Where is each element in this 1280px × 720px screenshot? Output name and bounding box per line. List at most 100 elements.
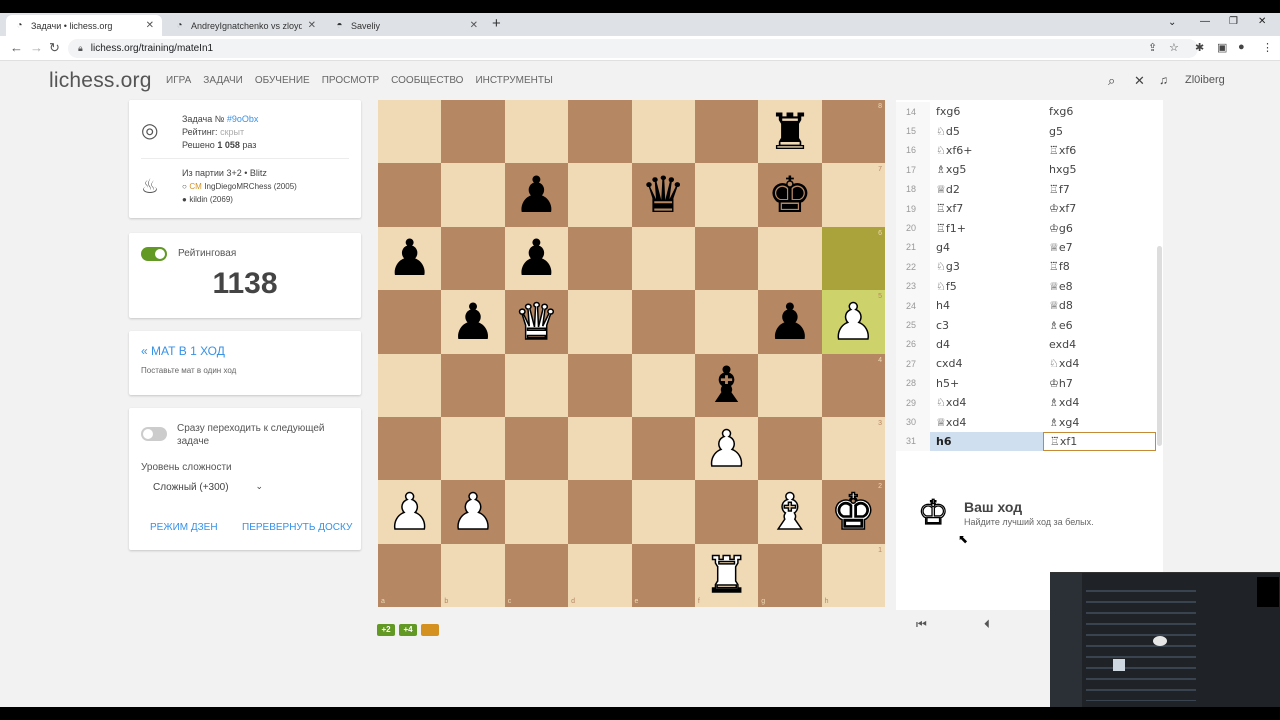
square-f1[interactable]: f ♜ bbox=[694, 543, 759, 607]
white-move[interactable]: ♖xf7 bbox=[930, 199, 1043, 218]
black-player[interactable]: kildin (2069) bbox=[189, 195, 233, 204]
square-g1[interactable]: g bbox=[758, 543, 822, 607]
white-queen-icon[interactable]: ♛ bbox=[513, 296, 559, 348]
close-tab-icon[interactable]: ✕ bbox=[308, 20, 316, 31]
square-a4[interactable] bbox=[378, 353, 442, 417]
puzzle-id-link[interactable]: #9oObx bbox=[227, 114, 259, 124]
square-c7[interactable]: ♟ bbox=[504, 163, 569, 227]
black-move[interactable]: ♕d8 bbox=[1043, 296, 1156, 315]
white-move[interactable]: ♗xg5 bbox=[930, 160, 1043, 179]
square-h5[interactable]: 5 ♟ bbox=[821, 290, 885, 354]
auto-next-toggle[interactable] bbox=[141, 427, 167, 441]
square-b3[interactable] bbox=[441, 416, 505, 481]
square-f2[interactable] bbox=[694, 480, 759, 544]
rated-toggle[interactable] bbox=[141, 247, 167, 261]
nav-puzzles[interactable]: ЗАДАЧИ bbox=[203, 75, 243, 86]
reload-icon[interactable]: ↻ bbox=[49, 40, 60, 56]
square-f8[interactable] bbox=[694, 100, 759, 164]
square-b4[interactable] bbox=[441, 353, 505, 417]
nav-play[interactable]: ИГРА bbox=[166, 75, 191, 86]
extensions-puzzle-icon[interactable]: ✱ bbox=[1195, 41, 1204, 54]
white-pawn-icon[interactable]: ♟ bbox=[450, 486, 496, 538]
black-pawn-icon[interactable]: ♟ bbox=[514, 170, 559, 220]
previous-move-icon[interactable]: ⏴ bbox=[984, 617, 990, 632]
black-move[interactable]: ♖xf1 bbox=[1043, 431, 1156, 452]
black-move[interactable]: ♖f7 bbox=[1043, 180, 1156, 199]
url-field[interactable]: 🔒︎ lichess.org/training/mateIn1 bbox=[68, 39, 1198, 58]
white-rook-icon[interactable]: ♜ bbox=[703, 550, 749, 602]
square-g3[interactable] bbox=[758, 416, 822, 481]
browser-tab-3[interactable]: ◓ Saveliy ✕ bbox=[326, 15, 486, 36]
white-king-icon[interactable]: ♚ bbox=[830, 486, 876, 538]
square-d3[interactable] bbox=[568, 416, 632, 481]
white-move[interactable]: ♘xf6+ bbox=[930, 141, 1043, 160]
square-f4[interactable]: ♝ bbox=[694, 353, 759, 417]
square-e2[interactable] bbox=[631, 480, 695, 544]
maximize-icon[interactable]: ❐ bbox=[1229, 16, 1238, 27]
black-move[interactable]: ♗e6 bbox=[1043, 315, 1156, 334]
square-g6[interactable] bbox=[758, 226, 822, 291]
nav-watch[interactable]: ПРОСМОТР bbox=[322, 75, 379, 86]
square-d1[interactable]: d bbox=[568, 543, 632, 607]
square-a1[interactable]: a bbox=[378, 543, 442, 607]
square-e6[interactable] bbox=[631, 226, 695, 291]
square-b2[interactable]: ♟ bbox=[441, 480, 505, 544]
white-move[interactable]: ♘g3 bbox=[930, 257, 1043, 276]
white-pawn-icon[interactable]: ♟ bbox=[703, 423, 749, 475]
tab-search-chevron-icon[interactable]: ⌄ bbox=[1168, 17, 1176, 28]
browser-menu-icon[interactable]: ⋮ bbox=[1262, 41, 1273, 54]
swords-icon[interactable]: ✕ bbox=[1134, 73, 1145, 89]
square-c2[interactable] bbox=[504, 480, 569, 544]
theme-title-link[interactable]: « МАТ В 1 ХОД bbox=[141, 344, 225, 358]
square-f7[interactable] bbox=[694, 163, 759, 227]
square-d5[interactable] bbox=[568, 290, 632, 354]
square-h1[interactable]: 1h bbox=[821, 543, 885, 607]
username-link[interactable]: Zl0iberg bbox=[1185, 74, 1225, 86]
bookmark-star-icon[interactable]: ☆ bbox=[1169, 41, 1179, 54]
black-move[interactable]: ♔h7 bbox=[1043, 374, 1156, 393]
white-move[interactable]: ♘d5 bbox=[930, 121, 1043, 140]
square-c6[interactable]: ♟ bbox=[504, 226, 569, 291]
forward-arrow-icon[interactable]: → bbox=[30, 40, 43, 55]
sidebar-icon[interactable]: ▣ bbox=[1217, 41, 1227, 54]
square-d8[interactable] bbox=[568, 100, 632, 164]
black-move[interactable]: ♗xd4 bbox=[1043, 393, 1156, 412]
black-move[interactable]: ♘xd4 bbox=[1043, 354, 1156, 373]
white-move[interactable]: c3 bbox=[930, 315, 1043, 334]
square-a7[interactable] bbox=[378, 163, 442, 227]
white-move[interactable]: h5+ bbox=[930, 374, 1043, 393]
black-pawn-icon[interactable]: ♟ bbox=[768, 297, 813, 347]
square-h6[interactable]: 6 bbox=[821, 226, 885, 291]
close-window-icon[interactable]: ✕ bbox=[1258, 16, 1266, 27]
square-e5[interactable] bbox=[631, 290, 695, 354]
black-move[interactable]: ♖f8 bbox=[1043, 257, 1156, 276]
black-pawn-icon[interactable]: ♟ bbox=[514, 233, 559, 283]
square-e8[interactable] bbox=[631, 100, 695, 164]
square-g5[interactable]: ♟ bbox=[758, 290, 822, 354]
new-tab-icon[interactable]: + bbox=[492, 15, 501, 32]
black-move[interactable]: ♔g6 bbox=[1043, 218, 1156, 237]
square-h3[interactable]: 3 bbox=[821, 416, 885, 481]
square-g7[interactable]: ♚ bbox=[758, 163, 822, 227]
white-move[interactable]: g4 bbox=[930, 238, 1043, 257]
white-move[interactable]: ♘f5 bbox=[930, 277, 1043, 296]
white-player[interactable]: IngDiegoMRChess (2005) bbox=[204, 182, 297, 191]
minimize-icon[interactable]: — bbox=[1200, 16, 1210, 27]
black-move[interactable]: ♖xf6 bbox=[1043, 141, 1156, 160]
bell-icon[interactable]: ♫ bbox=[1159, 73, 1168, 87]
square-b8[interactable] bbox=[441, 100, 505, 164]
square-c5[interactable]: ♛ bbox=[504, 290, 569, 354]
square-h4[interactable]: 4 bbox=[821, 353, 885, 417]
black-queen-icon[interactable]: ♛ bbox=[641, 170, 686, 220]
nav-community[interactable]: СООБЩЕСТВО bbox=[391, 75, 463, 86]
white-move[interactable]: ♘xd4 bbox=[930, 393, 1043, 412]
round-score-badge[interactable] bbox=[421, 624, 439, 636]
square-c1[interactable]: c bbox=[504, 543, 569, 607]
chess-board[interactable]: ♜ 8 ♟ ♛ ♚ 7 ♟ ♟ 6 ♟ ♛ ♟ 5 ♟ ♝ 4 ♟ 3 ♟ ♟ ♝ 2 ♚ a b c d e f ♜ g 1 h bbox=[378, 100, 885, 607]
black-move[interactable]: ♕e8 bbox=[1043, 277, 1156, 296]
square-a6[interactable]: ♟ bbox=[378, 226, 442, 291]
square-f3[interactable]: ♟ bbox=[694, 416, 759, 481]
nav-tools[interactable]: ИНСТРУМЕНТЫ bbox=[475, 75, 552, 86]
square-b7[interactable] bbox=[441, 163, 505, 227]
square-h8[interactable]: 8 bbox=[821, 100, 885, 164]
